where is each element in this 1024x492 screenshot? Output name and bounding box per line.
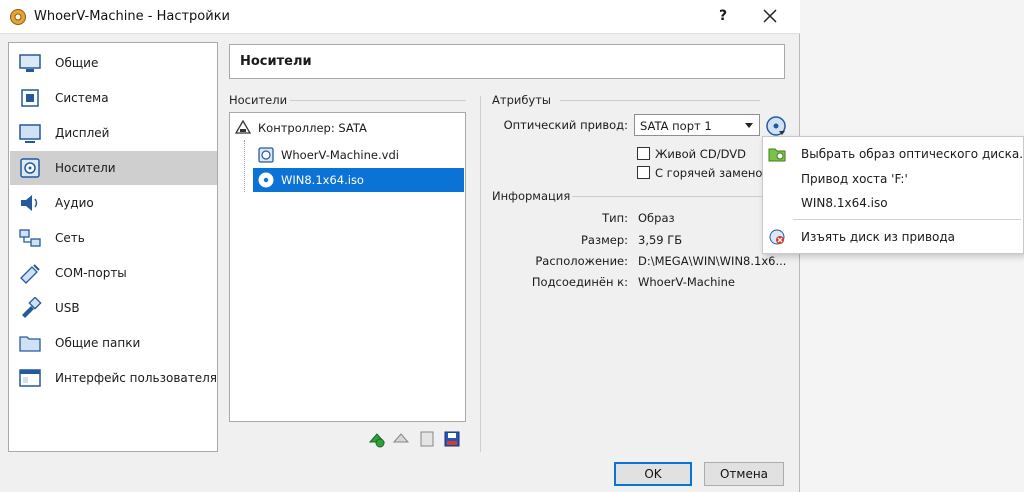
controller-icon <box>234 119 252 134</box>
eject-disc-icon <box>769 229 785 245</box>
sidebar-item-general[interactable]: Общие <box>10 46 217 80</box>
info-location-value: D:\MEGA\WIN\WIN8.1x6... <box>638 254 787 268</box>
add-attachment-icon[interactable] <box>418 430 436 448</box>
group-divider <box>560 100 760 101</box>
info-attached-label: Подсоединён к: <box>531 275 628 289</box>
settings-sidebar: Общие Система Дисплей Носители Аудио Сет… <box>8 42 218 452</box>
sidebar-item-label: Сеть <box>55 231 85 245</box>
live-cd-label: Живой CD/DVD <box>655 147 746 161</box>
network-icon <box>19 229 41 247</box>
storage-tree[interactable]: Контроллер: SATA WhoerV-Machine.vdi WIN8… <box>229 112 466 422</box>
ok-button[interactable]: OK <box>614 462 692 486</box>
sidebar-item-system[interactable]: Система <box>10 81 217 115</box>
cancel-button[interactable]: Отмена <box>704 462 784 486</box>
info-location-label: Расположение: <box>535 254 628 268</box>
information-group-label: Информация <box>492 189 571 203</box>
shared-folder-icon <box>19 336 41 352</box>
sidebar-item-shared-folders[interactable]: Общие папки <box>10 326 217 360</box>
sidebar-item-user-interface[interactable]: Интерфейс пользователя <box>10 361 217 395</box>
panel-divider <box>480 96 481 452</box>
sidebar-item-label: Носители <box>55 161 116 175</box>
info-size-label: Размер: <box>580 233 628 247</box>
sidebar-item-usb[interactable]: USB <box>10 291 217 325</box>
general-icon <box>19 54 41 72</box>
group-divider <box>572 196 762 197</box>
menu-item-host-drive[interactable]: Привод хоста 'F:' <box>763 167 1023 191</box>
sidebar-item-label: Дисплей <box>55 126 110 140</box>
tree-controller-sata[interactable]: Контроллер: SATA <box>234 116 462 140</box>
menu-item-recent-image[interactable]: WIN8.1x64.iso <box>763 191 1023 215</box>
info-attached-value: WhoerV-Machine <box>638 275 735 289</box>
close-icon[interactable] <box>756 3 784 29</box>
sidebar-item-label: Аудио <box>55 196 94 210</box>
display-icon <box>19 124 41 143</box>
info-type-label: Тип: <box>602 211 628 225</box>
sidebar-item-label: Общие папки <box>55 336 141 350</box>
sidebar-item-storage[interactable]: Носители <box>10 151 217 185</box>
help-button[interactable]: ? <box>712 5 734 27</box>
info-type-value: Образ <box>638 211 675 225</box>
optical-disc-popup-menu: Выбрать образ оптического диска... Приво… <box>762 136 1024 254</box>
menu-item-label: Выбрать образ оптического диска... <box>801 147 1024 161</box>
optical-drive-label: Оптический привод: <box>503 118 628 132</box>
usb-icon <box>22 297 42 318</box>
add-controller-icon[interactable] <box>368 430 386 448</box>
sidebar-item-audio[interactable]: Аудио <box>10 186 217 220</box>
sidebar-item-display[interactable]: Дисплей <box>10 116 217 150</box>
title-bar: WhoerV-Machine - Настройки ? <box>0 0 800 34</box>
live-cd-checkbox[interactable] <box>637 147 650 160</box>
menu-item-remove-disk[interactable]: Изъять диск из привода <box>763 225 1023 249</box>
tree-guide-line <box>244 140 245 192</box>
controller-label: Контроллер: SATA <box>258 121 367 135</box>
remove-attachment-icon[interactable] <box>443 430 461 448</box>
optical-drive-select[interactable]: SATA порт 1 <box>634 114 760 136</box>
remove-controller-icon[interactable] <box>392 430 410 448</box>
device-label: WhoerV-Machine.vdi <box>281 148 399 162</box>
sidebar-item-label: USB <box>55 301 80 315</box>
info-size-value: 3,59 ГБ <box>638 233 683 247</box>
virtualbox-icon <box>10 9 26 25</box>
page-title: Носители <box>240 54 312 69</box>
hot-plug-checkbox[interactable] <box>637 166 650 179</box>
sidebar-item-label: Общие <box>55 56 99 70</box>
system-icon <box>21 89 39 107</box>
optical-drive-value: SATA порт 1 <box>640 119 712 133</box>
menu-item-label: Изъять диск из привода <box>801 230 956 244</box>
settings-window: WhoerV-Machine - Настройки ? Общие Систе… <box>0 0 800 492</box>
window-title: WhoerV-Machine - Настройки <box>34 9 231 24</box>
storage-icon <box>20 158 40 178</box>
sidebar-item-network[interactable]: Сеть <box>10 221 217 255</box>
tree-item-optical-disc[interactable]: WIN8.1x64.iso <box>253 168 464 192</box>
com-port-icon <box>20 264 40 284</box>
optical-disc-menu-icon[interactable] <box>764 114 788 138</box>
menu-item-label: Привод хоста 'F:' <box>801 172 908 186</box>
menu-item-choose-image[interactable]: Выбрать образ оптического диска... <box>763 142 1024 166</box>
group-divider <box>290 100 466 101</box>
device-label: WIN8.1x64.iso <box>281 173 364 187</box>
hot-plug-label: С горячей заменой <box>655 166 770 180</box>
sidebar-item-label: Интерфейс пользователя <box>55 371 218 385</box>
sidebar-item-com-ports[interactable]: COM-порты <box>10 256 217 290</box>
menu-separator <box>793 219 1021 220</box>
sidebar-item-label: COM-порты <box>55 266 127 280</box>
hard-disk-icon <box>258 147 274 163</box>
optical-disc-icon <box>258 172 274 188</box>
folder-disc-icon <box>768 148 786 162</box>
attributes-group-label: Атрибуты <box>492 93 552 107</box>
menu-item-label: WIN8.1x64.iso <box>801 196 888 210</box>
storage-group-label: Носители <box>229 93 288 107</box>
chevron-down-icon <box>745 123 753 128</box>
page-header: Носители <box>229 44 785 79</box>
audio-icon <box>21 195 38 211</box>
user-interface-icon <box>19 369 41 387</box>
tree-item-hard-disk[interactable]: WhoerV-Machine.vdi <box>257 143 462 167</box>
sidebar-item-label: Система <box>55 91 109 105</box>
